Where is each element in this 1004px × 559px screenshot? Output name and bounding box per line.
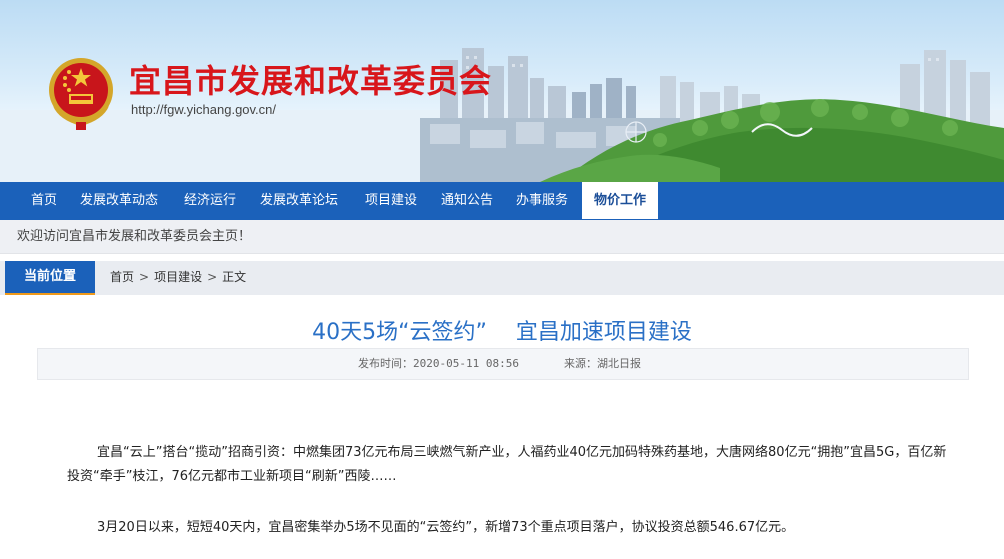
nav-item-services[interactable]: 办事服务: [516, 182, 568, 220]
main-nav: 首页 发展改革动态 经济运行 发展改革论坛 项目建设 通知公告 办事服务 物价工…: [0, 182, 1004, 220]
breadcrumb-separator: >: [207, 270, 218, 284]
breadcrumb-label: 当前位置: [5, 261, 95, 295]
site-title: 宜昌市发展和改革委员会: [129, 62, 493, 100]
nav-item-forum[interactable]: 发展改革论坛: [260, 182, 338, 220]
breadcrumb-home[interactable]: 首页: [110, 270, 134, 284]
article-source: 来源：湖北日报: [564, 357, 641, 370]
breadcrumb: 当前位置 首页 > 项目建设 > 正文: [0, 261, 1004, 295]
article: 40天5场“云签约” 宜昌加速项目建设 发布时间：2020-05-11 08:5…: [5, 303, 999, 559]
nav-item-reform-news[interactable]: 发展改革动态: [80, 182, 158, 220]
welcome-bar: 欢迎访问宜昌市发展和改革委员会主页！: [0, 220, 1004, 254]
breadcrumb-current: 正文: [222, 270, 247, 284]
nav-item-home[interactable]: 首页: [31, 182, 57, 220]
nav-item-pricing[interactable]: 物价工作: [582, 182, 658, 219]
welcome-text: 欢迎访问宜昌市发展和改革委员会主页！: [17, 229, 252, 244]
nav-item-notices[interactable]: 通知公告: [441, 182, 493, 220]
breadcrumb-separator: >: [139, 270, 150, 284]
nav-item-economy[interactable]: 经济运行: [184, 182, 236, 220]
nav-item-projects[interactable]: 项目建设: [365, 182, 417, 220]
article-paragraph: 宜昌“云上”搭台“揽动”招商引资：中燃集团73亿元布局三峡燃气新产业，人福药业4…: [67, 445, 947, 484]
site-url: http://fgw.yichang.gov.cn/: [131, 102, 277, 117]
article-paragraph: 3月20日以来，短短40天内，宜昌密集举办5场不见面的“云签约”，新增73个重点…: [97, 520, 795, 535]
national-emblem-icon: [49, 58, 113, 130]
breadcrumb-projects[interactable]: 项目建设: [154, 270, 202, 284]
article-title: 40天5场“云签约” 宜昌加速项目建设: [312, 320, 692, 345]
header-banner: 宜昌市发展和改革委员会 http://fgw.yichang.gov.cn/: [0, 0, 1004, 182]
publish-time: 发布时间：2020-05-11 08:56: [358, 357, 519, 370]
article-meta: 发布时间：2020-05-11 08:56 来源：湖北日报: [37, 348, 969, 380]
